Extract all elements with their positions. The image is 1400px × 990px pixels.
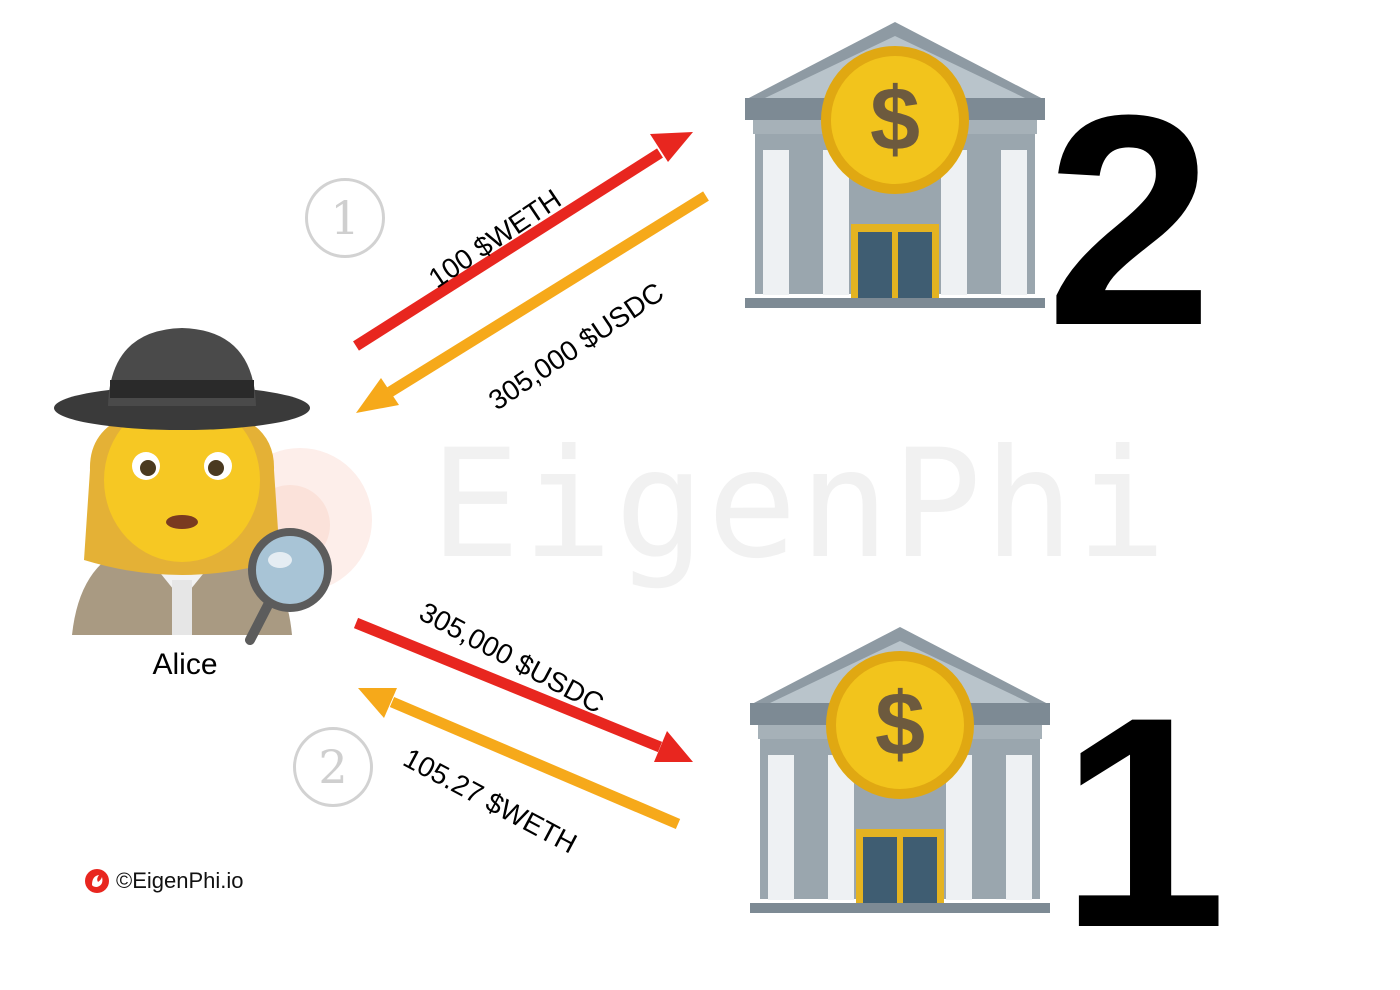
bank-2-number: 2 bbox=[1046, 52, 1213, 388]
bank-1-icon bbox=[750, 627, 1050, 913]
arrow-alice-to-bank-1 bbox=[353, 617, 693, 762]
copyright: ©EigenPhi.io bbox=[84, 868, 244, 894]
diagram-canvas: EigenPhi $ 1 2 100 $WETH 305,000 $USDC 3… bbox=[0, 0, 1400, 974]
bank-2-icon bbox=[745, 22, 1045, 308]
step-1-badge: 1 bbox=[305, 178, 385, 258]
eigenphi-logo-icon bbox=[85, 869, 109, 893]
bank-1-number: 1 bbox=[1060, 654, 1227, 990]
detective-icon bbox=[54, 328, 332, 645]
actor-name: Alice bbox=[152, 648, 218, 681]
step-2-badge: 2 bbox=[293, 727, 373, 807]
copyright-text: ©EigenPhi.io bbox=[116, 868, 244, 893]
